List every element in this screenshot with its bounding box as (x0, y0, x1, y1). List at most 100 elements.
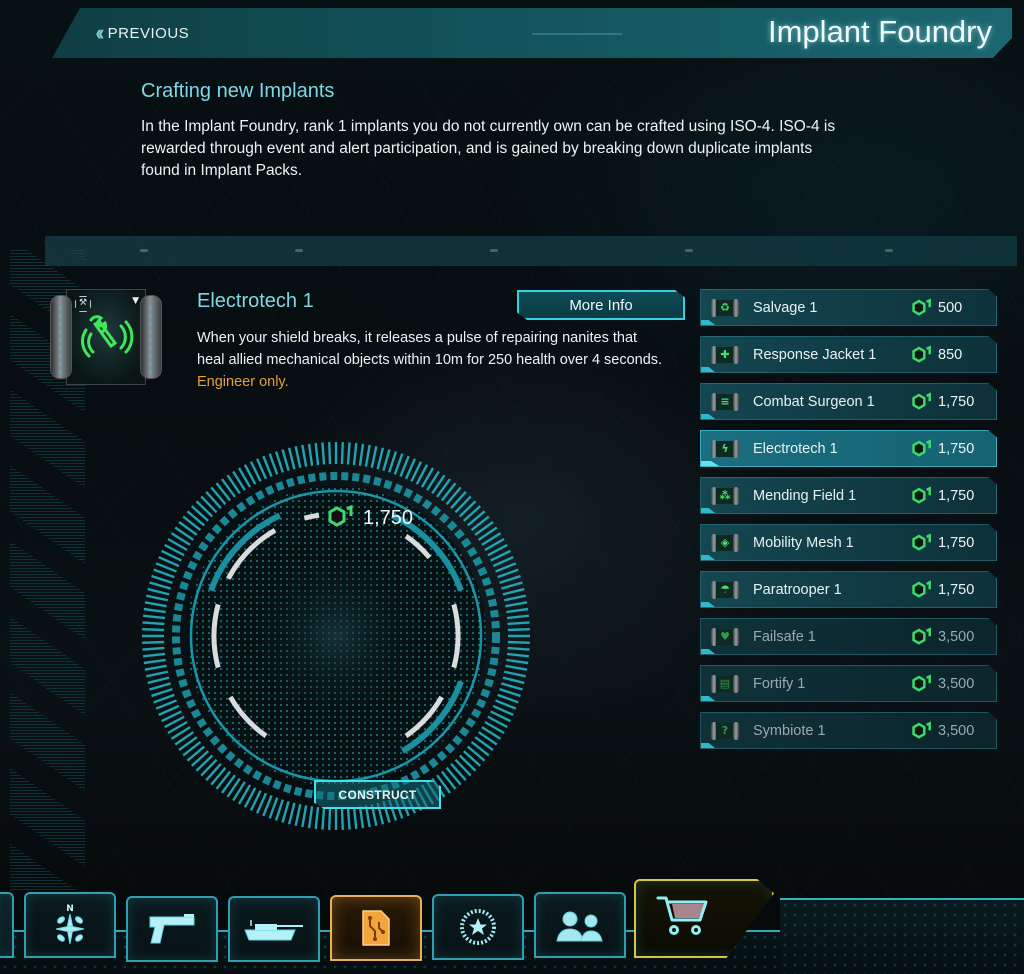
implant-name: Symbiote 1 (753, 722, 826, 739)
implant-name: Paratrooper 1 (753, 581, 842, 598)
implant-name: Fortify 1 (753, 675, 806, 692)
iso4-icon (912, 344, 931, 363)
dial-outer-tick (454, 495, 472, 514)
implant-list-item[interactable]: ☂ Paratrooper 1 1,750 (700, 571, 997, 608)
implant-name: Failsafe 1 (753, 628, 816, 645)
nav-tab-partial[interactable] (0, 892, 14, 958)
implant-canister-icon: ♻ (711, 298, 739, 318)
implant-cost-value: 1,750 (938, 534, 975, 551)
nav-tab-social[interactable] (534, 892, 626, 958)
construct-button[interactable]: CONSTRUCT (314, 780, 441, 809)
canister-cap (733, 298, 739, 317)
dial-outer-tick (507, 640, 530, 644)
iso4-icon (912, 485, 931, 504)
dial-outer-tick (370, 445, 378, 469)
previous-button[interactable]: ‹‹ PREVIOUS (95, 22, 189, 44)
dial-outer-tick (506, 614, 530, 620)
iso4-icon (912, 297, 931, 316)
page-title: Implant Foundry (768, 14, 992, 49)
construct-cost: 1,750 (327, 505, 413, 531)
dial-outer-tick (502, 587, 525, 596)
previous-label: PREVIOUS (107, 24, 190, 42)
implant-glyph-icon: ? (716, 722, 734, 739)
iso4-icon (912, 579, 931, 598)
intro-title: Crafting new Implants (141, 80, 335, 102)
implant-glyph-icon: ⁂ (716, 487, 734, 504)
dial-outer-tick (501, 682, 523, 691)
implant-list-item[interactable]: ϟ Electrotech 1 1,750 (700, 430, 997, 467)
dial-outer-tick (454, 758, 472, 777)
dial-outer-tick (346, 442, 351, 465)
nav-tab-directives[interactable] (432, 894, 524, 960)
implant-list-item[interactable]: ⁂ Mending Field 1 1,750 (700, 477, 997, 514)
dial-outer-tick (497, 568, 519, 579)
implant-name: Salvage 1 (753, 299, 818, 316)
implant-cost: 3,500 (911, 673, 996, 694)
nav-tab-vehicles[interactable] (228, 896, 320, 962)
dial-outer-tick (205, 491, 222, 509)
header-decor-line (532, 33, 622, 35)
iso4-icon (912, 626, 931, 645)
nav-tab-loadouts[interactable] (126, 896, 218, 962)
implant-name: Mending Field 1 (753, 487, 857, 504)
construct-cost-value: 1,750 (363, 506, 414, 529)
dial-outer-tick (268, 797, 279, 819)
implant-list-item[interactable]: ♻ Salvage 1 500 (700, 289, 997, 326)
dial-outer-tick (147, 676, 170, 685)
implant-list-item[interactable]: ✚ Response Jacket 1 850 (700, 336, 997, 373)
dial-outer-tick (501, 581, 523, 590)
dial-outer-tick (287, 447, 296, 470)
star-medal-icon (460, 909, 496, 945)
dial-center-glow (246, 546, 426, 726)
dial-outer-tick (352, 442, 358, 466)
implant-canister-cap-left (50, 295, 72, 379)
nav-tab-implants[interactable] (330, 895, 422, 961)
svg-text:N: N (66, 904, 74, 914)
implant-list-item[interactable]: ◈ Mobility Mesh 1 1,750 (700, 524, 997, 561)
dial-outer-tick (507, 646, 530, 651)
implant-canister-icon: ? (711, 721, 739, 741)
implant-list-item[interactable]: ≡ Combat Surgeon 1 1,750 (700, 383, 997, 420)
dropdown-triangle-icon: ▼ (132, 296, 139, 306)
implant-canister-icon: ⁂ (711, 486, 739, 506)
friends-icon (556, 911, 603, 942)
dial-outer-tick (144, 664, 167, 671)
tank-icon (244, 920, 303, 941)
implant-list-item[interactable]: ▤ Fortify 1 3,500 (700, 665, 997, 702)
dial-outer-tick (294, 803, 302, 827)
dial-outer-tick (268, 453, 279, 475)
pistol-icon (149, 914, 195, 944)
iso4-icon (912, 673, 931, 692)
implant-cost: 3,500 (911, 626, 996, 647)
dial-outer-tick (328, 807, 332, 830)
dial-outer-tick (321, 442, 326, 465)
dial-outer-tick (314, 442, 320, 466)
implant-cost: 3,500 (911, 720, 996, 741)
dial-outer-tick (287, 802, 296, 825)
dial-outer-tick (393, 453, 404, 475)
dial-outer-tick (463, 750, 481, 767)
implant-cost-value: 1,750 (938, 440, 975, 457)
dial-outer-tick (142, 614, 166, 620)
more-info-button[interactable]: More Info (517, 290, 685, 320)
implant-list-item[interactable]: ? Symbiote 1 3,500 (700, 712, 997, 749)
implant-name: Mobility Mesh 1 (753, 534, 854, 551)
iso4-icon (912, 438, 931, 457)
divider-dot (885, 249, 893, 252)
dial-outer-tick (149, 682, 171, 691)
dial-outer-tick (142, 652, 166, 658)
implant-cost-value: 3,500 (938, 675, 975, 692)
canister-cap (733, 486, 739, 505)
dial-outer-tick (200, 495, 218, 514)
double-chevron-left-icon: ‹‹ (95, 20, 104, 45)
dial-outer-tick (328, 442, 332, 465)
dial-outer-tick (340, 807, 344, 830)
implant-list-item[interactable]: ♥ Failsafe 1 3,500 (700, 618, 997, 655)
dial-outer-tick (307, 806, 314, 829)
dial-outer-tick (463, 505, 481, 522)
canister-cap (733, 439, 739, 458)
divider-dot (490, 249, 498, 252)
dial-outer-tick (205, 763, 222, 781)
nav-tab-map[interactable]: N (24, 892, 116, 958)
iso4-icon (912, 720, 931, 739)
